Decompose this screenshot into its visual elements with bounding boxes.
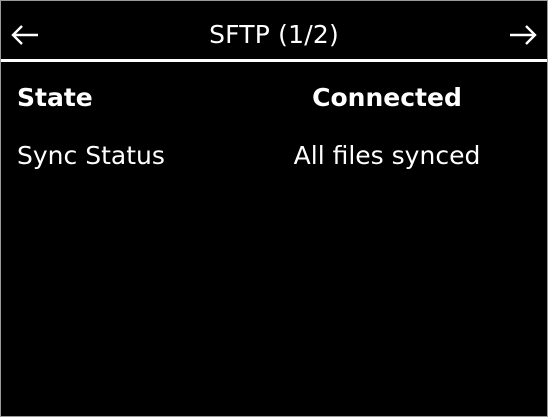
sync-status-label: Sync Status [17, 141, 165, 170]
next-page-button[interactable] [499, 10, 547, 59]
status-row-sync-status: Sync Status All files synced [1, 134, 547, 178]
status-row-state: State Connected [1, 76, 547, 120]
page-title: SFTP (1/2) [209, 20, 339, 49]
status-list: State Connected Sync Status All files sy… [1, 62, 547, 416]
state-label: State [17, 83, 93, 112]
arrow-right-icon [510, 24, 537, 45]
sync-status-value: All files synced [293, 141, 481, 170]
header-bar: SFTP (1/2) [1, 10, 547, 62]
device-screen: SFTP (1/2) State Connected Sync Status A… [0, 0, 548, 417]
state-value: Connected [312, 83, 462, 112]
